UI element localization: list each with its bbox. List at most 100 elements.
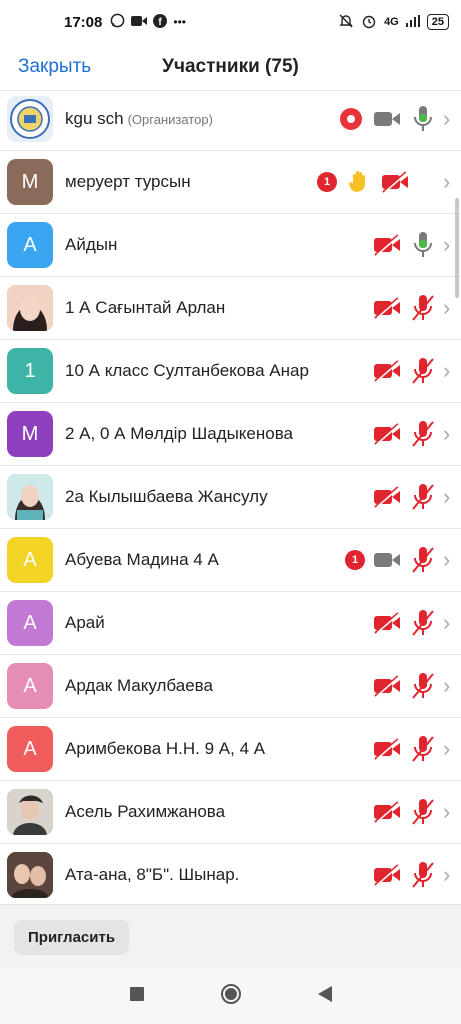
status-time: 17:08	[64, 13, 103, 31]
camera-off-icon	[373, 798, 401, 826]
participant-name: 10 А класс Султанбекова Анар	[65, 361, 309, 380]
avatar	[7, 789, 53, 835]
chevron-right-icon: ›	[443, 547, 451, 572]
mic-on-icon	[409, 105, 437, 133]
participant-row[interactable]: Асель Рахимжанова ›	[0, 781, 461, 844]
chevron-right-icon: ›	[443, 295, 451, 320]
participant-row[interactable]: A Ардак Макулбаева ›	[0, 655, 461, 718]
avatar	[7, 285, 53, 331]
participant-name: kgu sch (Организатор)	[65, 109, 213, 128]
participant-row[interactable]: A Айдын ›	[0, 214, 461, 277]
chevron-right-icon: ›	[443, 862, 451, 887]
chevron-right-icon: ›	[443, 106, 451, 131]
participant-name: Арай	[65, 613, 105, 632]
back-icon[interactable]	[317, 985, 332, 1007]
chevron-right-icon: ›	[443, 799, 451, 824]
recent-apps-icon[interactable]	[129, 986, 144, 1006]
participant-row[interactable]: Ата-ана, 8"Б". Шынар. ›	[0, 844, 461, 904]
school-logo-icon	[10, 99, 50, 139]
chevron-right-icon: ›	[443, 610, 451, 635]
participant-row[interactable]: A Арай ›	[0, 592, 461, 655]
participant-list[interactable]: kgu sch (Организатор) › M меруерт турсын …	[0, 88, 461, 904]
facebook-icon: f	[153, 13, 168, 31]
camera-off-icon	[373, 735, 401, 763]
participant-row[interactable]: 1 А Сағынтай Арлан ›	[0, 277, 461, 340]
participant-name: Ардак Макулбаева	[65, 676, 213, 695]
participant-name: Абуева Мадина 4 А	[65, 550, 219, 569]
avatar: M	[7, 411, 53, 457]
network-label: 4G	[384, 16, 399, 28]
chat-count-badge: 1	[317, 172, 337, 192]
host-label: (Организатор)	[127, 112, 213, 127]
avatar: A	[7, 726, 53, 772]
mic-off-icon	[409, 672, 437, 700]
invite-button[interactable]: Пригласить	[14, 919, 130, 955]
mic-on-icon	[409, 231, 437, 259]
footer-bar: Пригласить	[0, 904, 461, 969]
chevron-right-icon: ›	[443, 421, 451, 446]
home-icon[interactable]	[220, 983, 242, 1010]
camera-on-icon	[373, 105, 401, 133]
mic-off-icon	[409, 609, 437, 637]
avatar	[7, 96, 53, 142]
participant-row[interactable]: A Аримбекова Н.Н. 9 А, 4 А ›	[0, 718, 461, 781]
mic-off-icon	[409, 420, 437, 448]
chevron-right-icon: ›	[443, 673, 451, 698]
mic-off-icon	[409, 483, 437, 511]
user-photo-icon	[7, 852, 53, 898]
alarm-icon	[361, 13, 377, 32]
camera-off-icon	[373, 357, 401, 385]
mic-off-icon	[409, 546, 437, 574]
close-button[interactable]: Закрыть	[18, 56, 91, 78]
participant-row[interactable]: 2а Кылышбаева Жансулу ›	[0, 466, 461, 529]
camera-off-icon	[381, 168, 409, 196]
avatar: 1	[7, 348, 53, 394]
record-icon	[337, 105, 365, 133]
participant-name: меруерт турсын	[65, 172, 191, 191]
camera-off-icon	[373, 420, 401, 448]
chevron-right-icon: ›	[443, 358, 451, 383]
chat-count-badge: 1	[345, 550, 365, 570]
camera-off-icon	[373, 609, 401, 637]
participant-row[interactable]: M меруерт турсын 1 ›	[0, 151, 461, 214]
avatar	[7, 474, 53, 520]
mic-off-icon	[409, 861, 437, 889]
scrollbar[interactable]	[455, 198, 459, 298]
more-icon: •••	[173, 15, 186, 29]
participant-row[interactable]: M 2 А, 0 А Мөлдір Шадыкенова ›	[0, 403, 461, 466]
mic-off-icon	[409, 735, 437, 763]
system-nav-bar	[0, 968, 461, 1024]
participant-row[interactable]: 1 10 А класс Султанбекова Анар ›	[0, 340, 461, 403]
raised-hand-icon	[345, 168, 373, 196]
mic-off-icon	[409, 294, 437, 322]
participant-name: 2 А, 0 А Мөлдір Шадыкенова	[65, 424, 294, 443]
signal-icon	[405, 14, 420, 30]
avatar: A	[7, 600, 53, 646]
camera-off-icon	[373, 672, 401, 700]
participant-name: Аримбекова Н.Н. 9 А, 4 А	[65, 739, 266, 758]
chevron-right-icon: ›	[443, 169, 451, 194]
avatar: M	[7, 159, 53, 205]
avatar	[7, 852, 53, 898]
camera-on-icon	[373, 546, 401, 574]
mic-off-icon	[409, 798, 437, 826]
no-notifications-icon	[338, 13, 354, 32]
participant-name: Ата-ана, 8"Б". Шынар.	[65, 865, 240, 884]
user-photo-icon	[7, 285, 53, 331]
whatsapp-icon	[110, 13, 125, 31]
avatar: A	[7, 537, 53, 583]
status-bar: 17:08 f ••• 4G 25	[0, 0, 461, 44]
participants-header: Закрыть Участники (75)	[0, 44, 461, 91]
participant-row[interactable]: A Абуева Мадина 4 А 1 ›	[0, 529, 461, 592]
participant-name: 1 А Сағынтай Арлан	[65, 298, 226, 317]
avatar: A	[7, 222, 53, 268]
participant-name: Асель Рахимжанова	[65, 802, 226, 821]
battery-indicator: 25	[426, 14, 449, 30]
video-icon	[131, 15, 148, 30]
camera-off-icon	[373, 861, 401, 889]
camera-off-icon	[373, 483, 401, 511]
mic-off-icon	[409, 357, 437, 385]
user-photo-icon	[7, 474, 53, 520]
camera-off-icon	[373, 231, 401, 259]
participant-row[interactable]: kgu sch (Организатор) ›	[0, 88, 461, 151]
